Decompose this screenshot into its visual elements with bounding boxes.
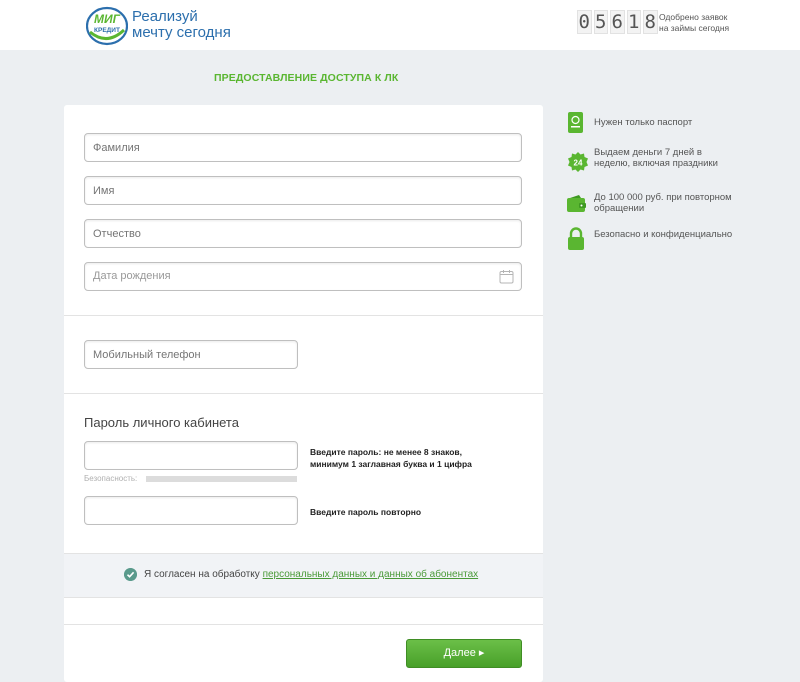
page-title: ПРЕДОСТАВЛЕНИЕ ДОСТУПА К ЛК	[214, 72, 399, 84]
counter-caption-line1: Одобрено заявок	[659, 12, 728, 22]
counter-caption-line2: на займы сегодня	[659, 23, 730, 33]
tagline-line1: Реализуй	[132, 8, 198, 25]
password-strength-label: Безопасность:	[84, 474, 138, 483]
calendar-icon[interactable]	[499, 269, 514, 284]
counter-digit: 1	[626, 10, 641, 34]
counter-digit: 0	[577, 10, 592, 34]
password-hint-line1: Введите пароль: не менее 8 знаков,	[310, 447, 462, 457]
divider	[64, 315, 543, 316]
header: МИГ КРЕДИТ Реализуй мечту сегодня 0 5 6 …	[0, 0, 800, 50]
passport-icon	[568, 112, 583, 133]
svg-text:24: 24	[574, 159, 583, 168]
mig-credit-logo[interactable]: МИГ КРЕДИТ	[86, 6, 128, 46]
password-input[interactable]	[84, 441, 298, 470]
mobile-phone-input[interactable]	[84, 340, 298, 369]
birthdate-field[interactable]: Дата рождения	[84, 262, 522, 291]
consent-row: Я согласен на обработку персональных дан…	[64, 553, 543, 598]
tagline: Реализуй мечту сегодня	[132, 9, 231, 41]
wallet-icon	[567, 195, 586, 212]
logo-text-mig: МИГ	[94, 12, 121, 26]
counter-digit: 5	[593, 10, 608, 34]
consent-label: Я согласен на обработку	[144, 569, 260, 580]
lastname-input[interactable]	[84, 133, 522, 162]
feature-text: Нужен только паспорт	[594, 117, 693, 128]
24-hours-icon: 24	[568, 152, 588, 172]
password-strength-bar	[146, 476, 297, 482]
counter-digit: 8	[643, 10, 658, 34]
password-hint-line2: минимум 1 заглавная буква и 1 цифра	[310, 459, 472, 469]
password-hint: Введите пароль: не менее 8 знаков, миним…	[310, 446, 472, 470]
counter-caption: Одобрено заявок на займы сегодня	[659, 12, 739, 34]
approved-counter: 0 5 6 1 8	[577, 10, 658, 34]
feature-text: До 100 000 руб. при повторном обращении	[594, 192, 732, 214]
birthdate-placeholder: Дата рождения	[93, 270, 171, 282]
lock-icon	[568, 227, 584, 250]
counter-digit: 6	[610, 10, 625, 34]
next-button[interactable]: Далее ▸	[406, 639, 522, 668]
password-repeat-input[interactable]	[84, 496, 298, 525]
personal-data-link[interactable]: персональных данных и данных об абонента…	[263, 569, 479, 580]
middlename-input[interactable]	[84, 219, 522, 248]
firstname-input[interactable]	[84, 176, 522, 205]
feature-text: Выдаем деньги 7 дней в неделю, включая п…	[594, 147, 718, 169]
tagline-line2: мечту сегодня	[132, 24, 231, 41]
feature-text: Безопасно и конфиденциально	[594, 229, 733, 240]
consent-text: Я согласен на обработку персональных дан…	[144, 569, 478, 580]
password-repeat-hint: Введите пароль повторно	[310, 507, 422, 517]
access-form-card: Дата рождения Пароль личного кабинета Вв…	[64, 105, 543, 682]
password-section-title: Пароль личного кабинета	[84, 415, 239, 430]
consent-checkbox[interactable]	[124, 568, 137, 581]
logo-text-credit: КРЕДИТ	[94, 27, 120, 34]
divider	[64, 393, 543, 394]
divider	[64, 624, 543, 625]
